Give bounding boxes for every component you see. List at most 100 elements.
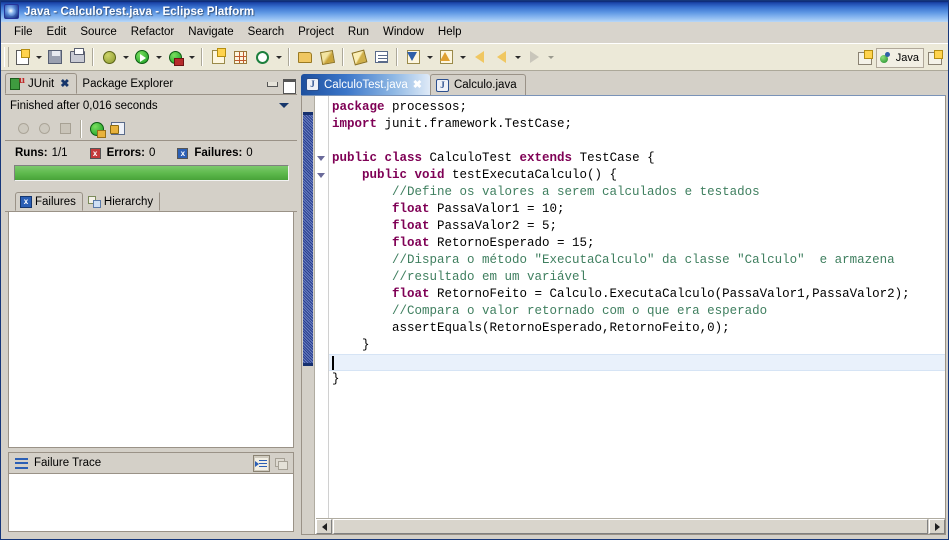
- rerun-test-button[interactable]: [87, 119, 107, 139]
- new-class-button[interactable]: [251, 46, 273, 68]
- code-token: //Compara o valor retornado com o que er…: [392, 304, 768, 318]
- next-annotation-button[interactable]: [402, 46, 424, 68]
- editor-horizontal-scrollbar[interactable]: [316, 518, 945, 534]
- failure-trace-panel[interactable]: [8, 474, 294, 532]
- editor-annotation-ruler[interactable]: [302, 96, 315, 534]
- filter-stack-trace-button[interactable]: [253, 455, 270, 472]
- editor-folding-ruler[interactable]: [315, 96, 329, 534]
- menu-run[interactable]: Run: [341, 24, 376, 41]
- compare-result-button[interactable]: [273, 455, 290, 472]
- search-button[interactable]: [316, 46, 338, 68]
- code-line[interactable]: [329, 133, 945, 150]
- code-token: public void: [362, 168, 453, 182]
- close-icon[interactable]: ✖: [413, 78, 422, 91]
- run-button[interactable]: [131, 46, 153, 68]
- code-token: junit.framework.TestCase;: [384, 117, 573, 131]
- lock-scroll-button[interactable]: [108, 119, 128, 139]
- tab-calculotest-java[interactable]: J CalculoTest.java ✖: [301, 74, 430, 95]
- code-line[interactable]: float PassaValor1 = 10;: [329, 201, 945, 218]
- code-line[interactable]: }: [329, 337, 945, 354]
- scroll-thumb[interactable]: [333, 519, 928, 534]
- maximize-view-button[interactable]: [282, 78, 296, 94]
- menu-window[interactable]: Window: [376, 24, 431, 41]
- menu-help[interactable]: Help: [431, 24, 469, 41]
- code-token: PassaValor2 = 5;: [437, 219, 558, 233]
- code-token: import: [332, 117, 385, 131]
- code-line[interactable]: //Compara o valor retornado com o que er…: [329, 303, 945, 320]
- next-annotation-dropdown[interactable]: [424, 46, 435, 68]
- new-package-button[interactable]: [229, 46, 251, 68]
- scroll-right-arrow[interactable]: [929, 519, 945, 534]
- previous-failure-button[interactable]: [34, 119, 54, 139]
- minimize-view-button[interactable]: [265, 78, 278, 91]
- tab-calculo-java[interactable]: J Calculo.java: [429, 74, 526, 95]
- code-line[interactable]: assertEquals(RetornoEsperado,RetornoFeit…: [329, 320, 945, 337]
- code-line[interactable]: public class CalculoTest extends TestCas…: [329, 150, 945, 167]
- brush-button[interactable]: [348, 46, 370, 68]
- menu-navigate[interactable]: Navigate: [181, 24, 240, 41]
- open-type-button[interactable]: [294, 46, 316, 68]
- code-line[interactable]: float PassaValor2 = 5;: [329, 218, 945, 235]
- debug-button[interactable]: [98, 46, 120, 68]
- tab-failures-label: Failures: [35, 195, 76, 208]
- profile-button[interactable]: [164, 46, 186, 68]
- perspective-java-button[interactable]: Java: [875, 48, 924, 68]
- new-file-dropdown[interactable]: [33, 46, 44, 68]
- failures-value: 0: [246, 147, 253, 159]
- menu-refactor[interactable]: Refactor: [124, 24, 181, 41]
- back-dropdown[interactable]: [512, 46, 523, 68]
- new-java-project-button[interactable]: [207, 46, 229, 68]
- code-token: float: [392, 202, 438, 216]
- junit-result-list[interactable]: [8, 212, 294, 448]
- menu-file[interactable]: File: [7, 24, 40, 41]
- fold-collapse-icon[interactable]: [317, 156, 325, 161]
- new-class-dropdown[interactable]: [273, 46, 284, 68]
- menu-edit[interactable]: Edit: [40, 24, 74, 41]
- menu-source[interactable]: Source: [73, 24, 123, 41]
- editor-code-area[interactable]: package processos; import junit.framework…: [329, 96, 945, 534]
- tab-package-explorer[interactable]: Package Explorer: [77, 73, 181, 94]
- code-line[interactable]: float RetornoFeito = Calculo.ExecutaCalc…: [329, 286, 945, 303]
- scroll-left-arrow[interactable]: [316, 519, 332, 534]
- debug-dropdown[interactable]: [120, 46, 131, 68]
- menu-project[interactable]: Project: [291, 24, 341, 41]
- code-line[interactable]: //resultado em um variável: [329, 269, 945, 286]
- back-history-button[interactable]: [468, 46, 490, 68]
- previous-annotation-dropdown[interactable]: [457, 46, 468, 68]
- perspective-overflow-button[interactable]: [924, 47, 946, 69]
- code-line[interactable]: }: [329, 371, 945, 388]
- print-button[interactable]: [66, 46, 88, 68]
- failure-trace-buttons: [253, 455, 290, 472]
- open-perspective-button[interactable]: [854, 47, 876, 69]
- code-line[interactable]: public void testExecutaCalculo() {: [329, 167, 945, 184]
- menu-search[interactable]: Search: [241, 24, 291, 41]
- previous-annotation-button[interactable]: [435, 46, 457, 68]
- code-line[interactable]: //Dispara o método "ExecutaCalculo" da c…: [329, 252, 945, 269]
- chevron-down-icon[interactable]: [279, 103, 289, 108]
- tab-hierarchy[interactable]: Hierarchy: [83, 192, 161, 211]
- save-button[interactable]: [44, 46, 66, 68]
- forward-dropdown[interactable]: [545, 46, 556, 68]
- fold-collapse-icon[interactable]: [317, 173, 325, 178]
- code-line[interactable]: float RetornoEsperado = 15;: [329, 235, 945, 252]
- junit-view-window-buttons: [265, 78, 296, 94]
- new-file-button[interactable]: [11, 46, 33, 68]
- code-line[interactable]: import junit.framework.TestCase;: [329, 116, 945, 133]
- next-failure-button[interactable]: [13, 119, 33, 139]
- stop-test-button[interactable]: [55, 119, 75, 139]
- code-line[interactable]: package processos;: [329, 99, 945, 116]
- profile-dropdown[interactable]: [186, 46, 197, 68]
- toolbar-separator: [396, 48, 398, 66]
- forward-button[interactable]: [523, 46, 545, 68]
- code-line[interactable]: //Define os valores a serem calculados e…: [329, 184, 945, 201]
- toolbar-grip[interactable]: [4, 47, 9, 67]
- tab-junit[interactable]: JUnit ✖: [5, 73, 78, 94]
- run-dropdown[interactable]: [153, 46, 164, 68]
- tab-failures[interactable]: x Failures: [15, 192, 83, 211]
- close-icon[interactable]: ✖: [60, 77, 69, 90]
- annotation-button[interactable]: [370, 46, 392, 68]
- compare-result-icon: [275, 457, 288, 470]
- stop-icon: [59, 123, 71, 134]
- back-button[interactable]: [490, 46, 512, 68]
- code-line[interactable]: [329, 354, 945, 371]
